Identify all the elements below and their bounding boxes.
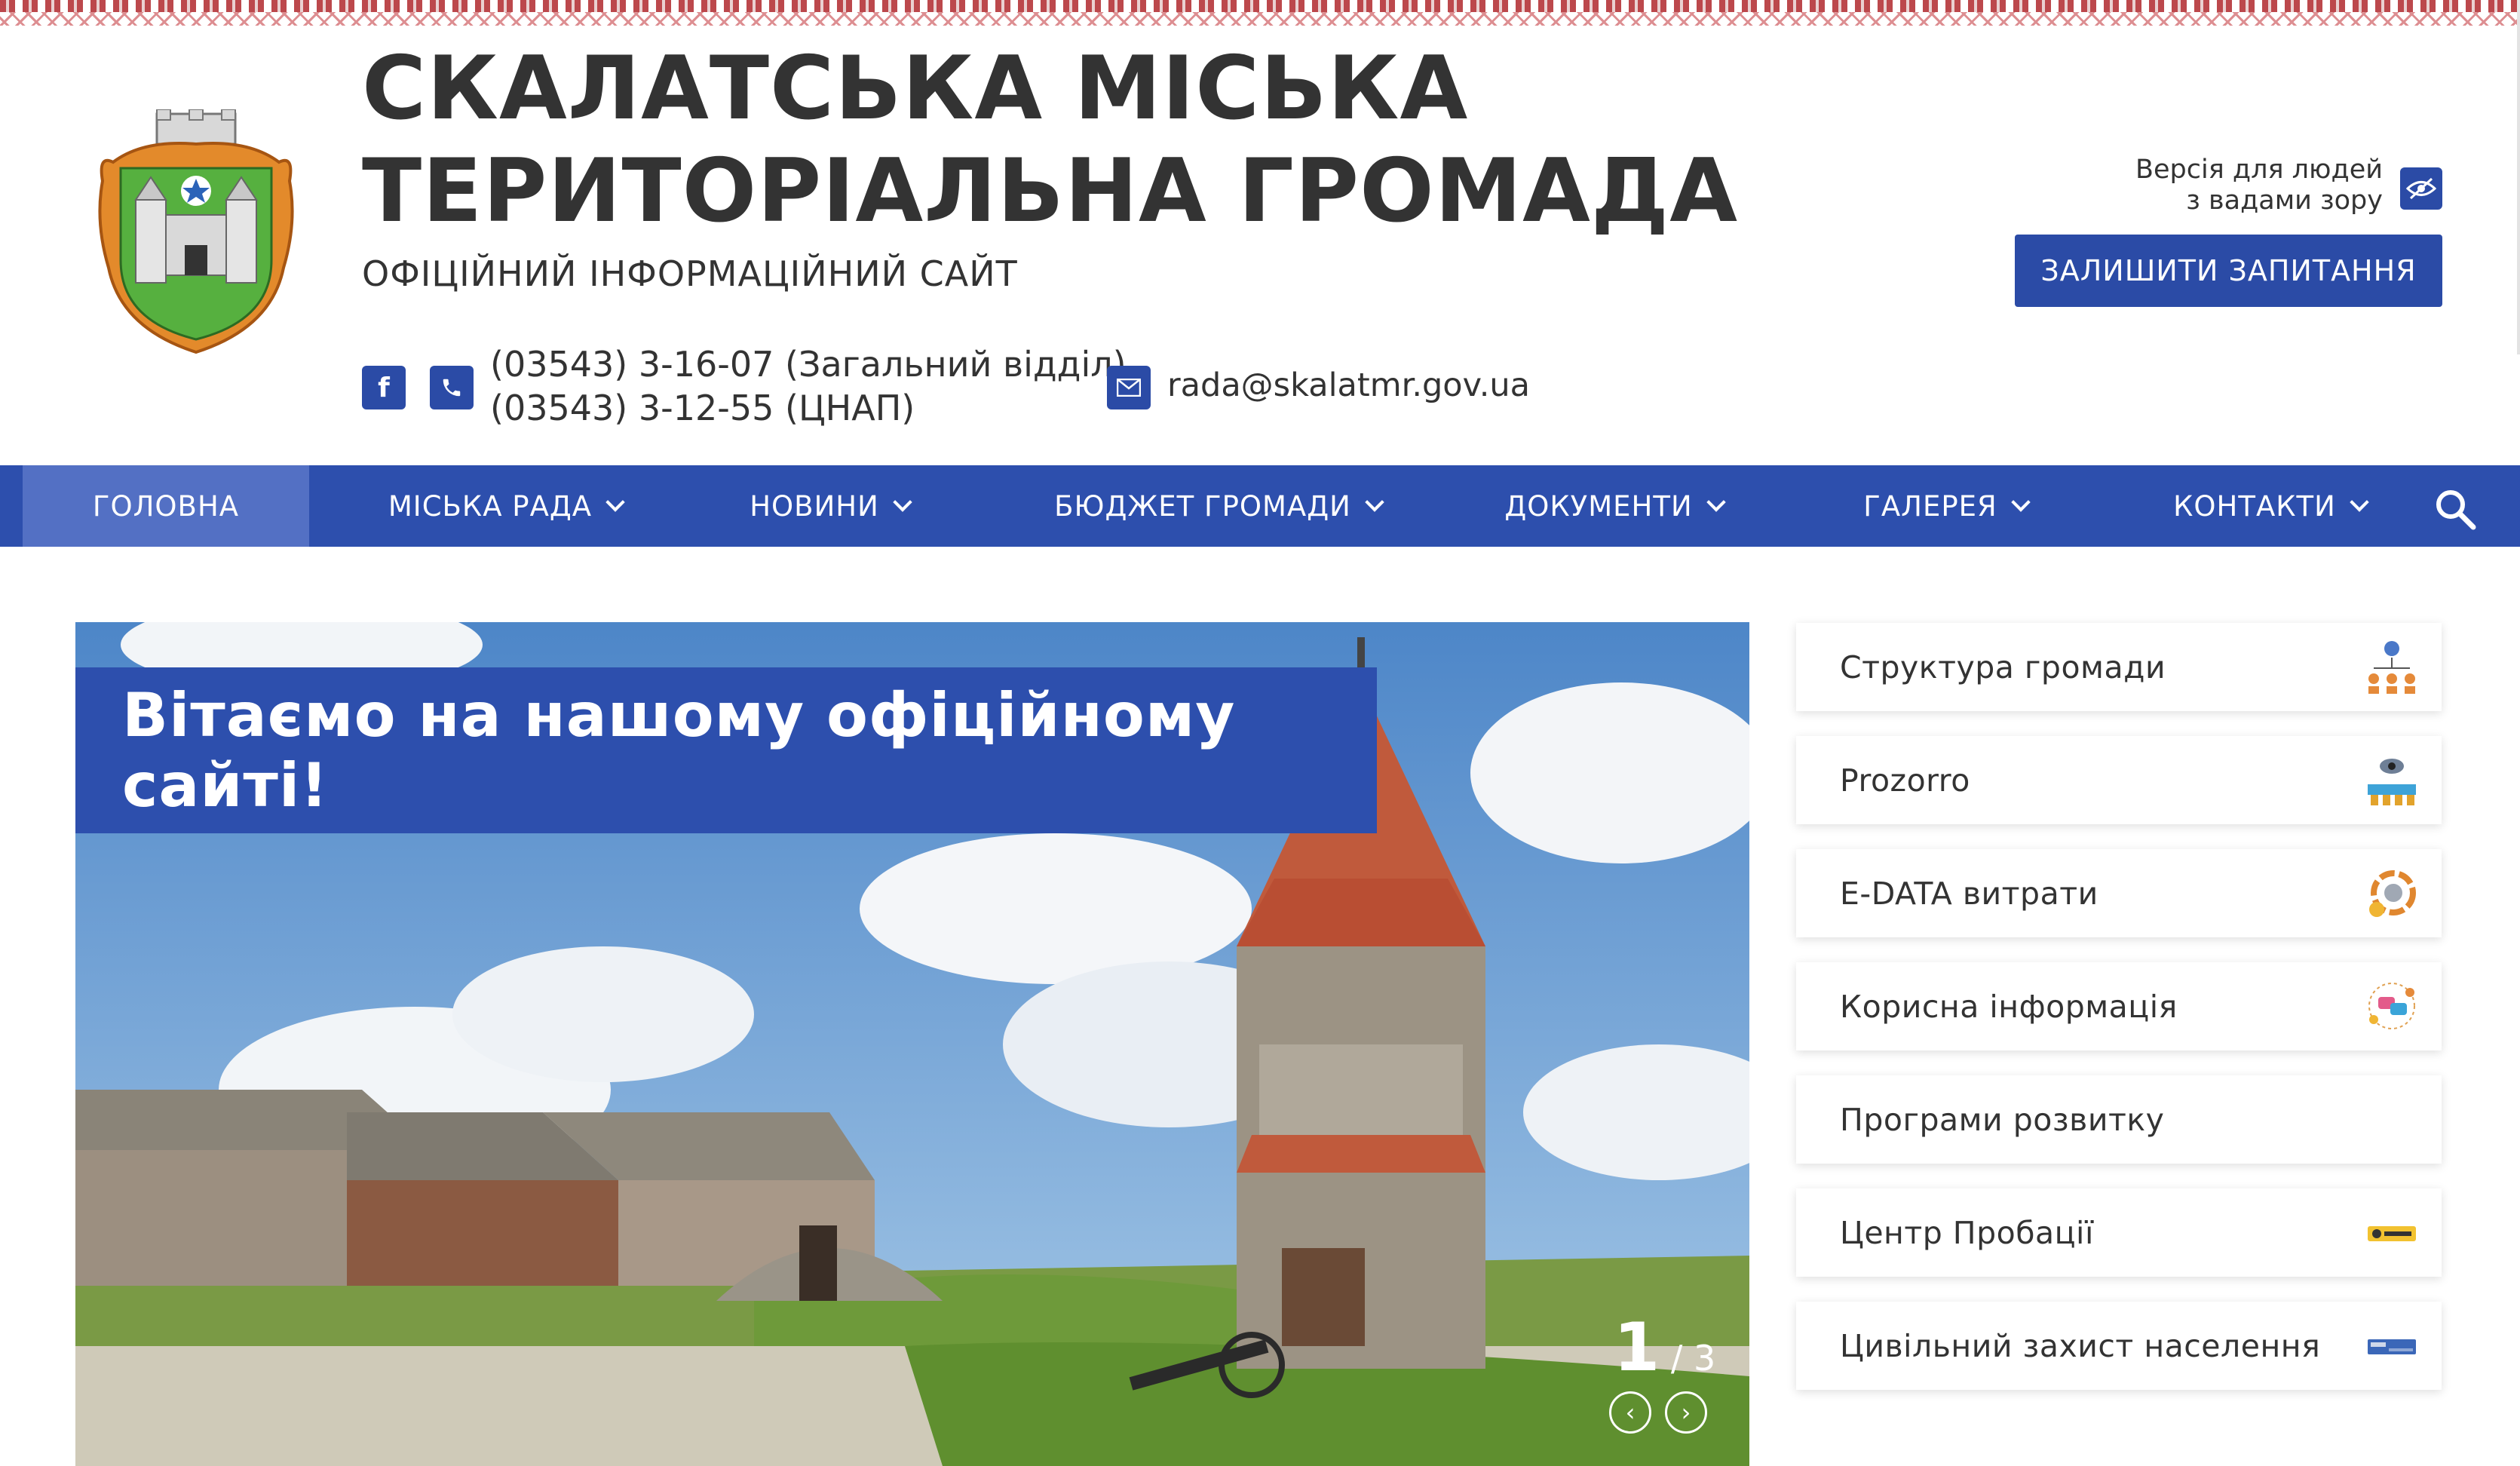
sidebar-item-probation[interactable]: Центр Пробації (1796, 1188, 2442, 1277)
page-edge (2517, 0, 2520, 354)
slide-title[interactable]: Вітаємо на нашому офіційному сайті! (75, 667, 1377, 833)
sidebar-item-development-programs[interactable]: Програми розвитку (1796, 1075, 2442, 1164)
civil-defense-icon (2368, 1339, 2416, 1354)
top-ornament-pattern (0, 12, 2520, 26)
sidebar-item-civil-defense[interactable]: Цивільний захист населення (1796, 1302, 2442, 1390)
chevron-left-icon: ‹ (1625, 1398, 1636, 1427)
envelope-icon (1117, 379, 1141, 397)
phone-icon (443, 379, 461, 397)
org-structure-icon (2368, 641, 2415, 694)
slide-counter: 1 / 3 (1614, 1308, 1716, 1386)
phone-general[interactable]: (03543) 3-16-07 (Загальний відділ) (490, 342, 1127, 386)
prozorro-icon (2368, 759, 2416, 805)
site-title: СКАЛАТСЬКА МІСЬКА ТЕРИТОРІАЛЬНА ГРОМАДА (362, 38, 1739, 242)
nav-item-budget[interactable]: БЮДЖЕТ ГРОМАДИ (1018, 465, 1418, 547)
phone-button[interactable] (430, 366, 474, 409)
sidebar-item-useful-info[interactable]: Корисна інформація (1796, 962, 2442, 1050)
chevron-down-icon (605, 492, 625, 512)
nav-item-documents[interactable]: ДОКУМЕНТИ (1470, 465, 1757, 547)
sidebar-item-edata[interactable]: E-DATA витрати (1796, 849, 2442, 937)
eye-slash-icon (2406, 177, 2436, 200)
chevron-down-icon (893, 492, 912, 512)
ask-question-button[interactable]: ЗАЛИШИТИ ЗАПИТАННЯ (2015, 235, 2442, 307)
sidebar-item-structure[interactable]: Структура громади (1796, 623, 2442, 711)
accessibility-label[interactable]: Версія для людей з вадами зору (2036, 155, 2383, 216)
site-subtitle: ОФІЦІЙНИЙ ІНФОРМАЦІЙНИЙ САЙТ (362, 253, 1018, 294)
top-ornament (0, 0, 2520, 12)
next-slide-button[interactable]: › (1665, 1391, 1707, 1434)
nav-item-home[interactable]: ГОЛОВНА (23, 465, 309, 547)
info-chat-icon (2368, 983, 2415, 1029)
edata-icon (2369, 870, 2416, 917)
chevron-down-icon (2011, 492, 2031, 512)
email-button[interactable] (1107, 366, 1151, 409)
nav-item-gallery[interactable]: ГАЛЕРЕЯ (1825, 465, 2066, 547)
nav-item-contacts[interactable]: КОНТАКТИ (2134, 465, 2405, 547)
facebook-icon: f (378, 372, 390, 403)
nav-item-city-council[interactable]: МІСЬКА РАДА (324, 465, 686, 547)
coat-of-arms-logo[interactable] (98, 109, 294, 358)
probation-icon (2368, 1226, 2416, 1241)
chevron-down-icon (1365, 492, 1384, 512)
phone-numbers: (03543) 3-16-07 (Загальний відділ) (0354… (490, 342, 1127, 430)
chevron-right-icon: › (1681, 1398, 1691, 1427)
accessibility-eye-icon[interactable] (2400, 167, 2442, 210)
prev-slide-button[interactable]: ‹ (1609, 1391, 1651, 1434)
chevron-down-icon (2350, 492, 2369, 512)
nav-item-news[interactable]: НОВИНИ (701, 465, 958, 547)
search-icon[interactable] (2434, 488, 2476, 530)
main-nav: ГОЛОВНА МІСЬКА РАДА НОВИНИ БЮДЖЕТ ГРОМАД… (0, 465, 2520, 547)
facebook-button[interactable]: f (362, 366, 406, 409)
hero-slider[interactable]: Вітаємо на нашому офіційному сайті! 1 / … (75, 622, 1749, 1466)
phone-cnap[interactable]: (03543) 3-12-55 (ЦНАП) (490, 386, 1127, 430)
email-link[interactable]: rada@skalatmr.gov.ua (1167, 366, 1530, 404)
sidebar-item-prozorro[interactable]: Prozorro (1796, 736, 2442, 824)
chevron-down-icon (1706, 492, 1726, 512)
